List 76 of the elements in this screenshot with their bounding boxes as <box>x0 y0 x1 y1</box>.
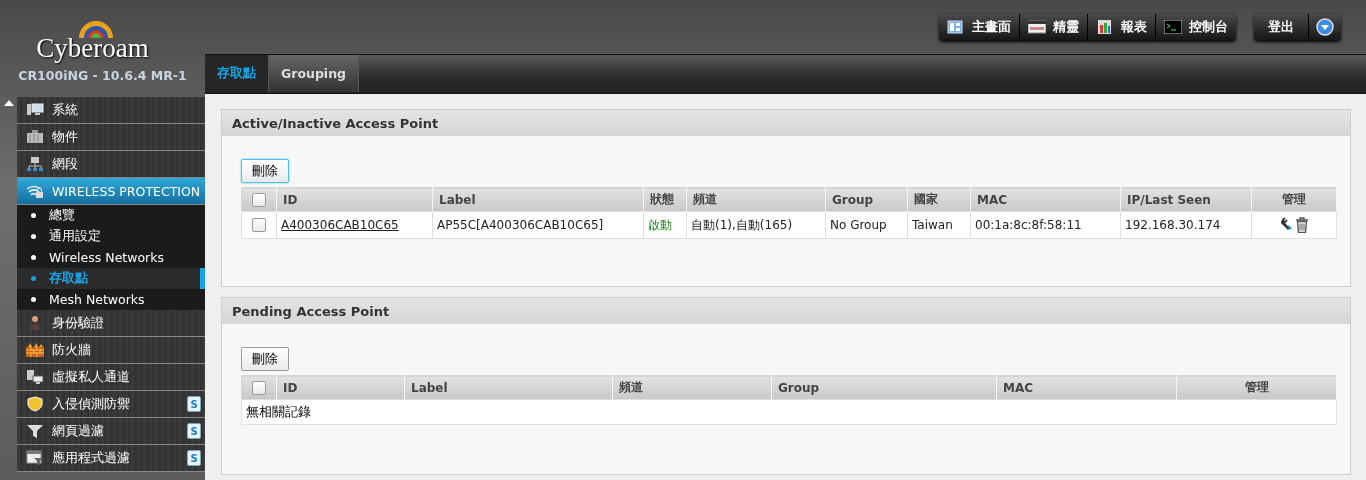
column-header: MAC <box>970 187 1121 212</box>
column-header: 國家 <box>907 187 971 212</box>
person-icon <box>26 315 44 331</box>
sidebar-item[interactable]: 身份驗證 <box>17 310 205 337</box>
delete-button[interactable]: 刪除 <box>241 347 289 371</box>
column-header: MAC <box>996 375 1177 400</box>
logout-button[interactable]: 登出 <box>1254 13 1309 41</box>
column-header: ID <box>276 187 433 212</box>
select-all-checkbox[interactable] <box>252 380 266 395</box>
sidebar-item[interactable]: WIRELESS PROTECTION <box>17 178 205 205</box>
funnel-icon <box>26 423 44 439</box>
wrench-icon[interactable] <box>1279 217 1294 231</box>
tab[interactable]: Grouping <box>269 55 359 92</box>
column-header: 管理 <box>1176 375 1337 400</box>
submenu-item[interactable]: 總覽 <box>17 205 205 226</box>
sidebar-item[interactable]: 物件 <box>17 124 205 151</box>
subscription-badge: S <box>187 450 201 466</box>
select-all-checkbox[interactable] <box>252 192 266 207</box>
column-header: ID <box>276 375 405 400</box>
sidebar-item[interactable]: 應用程式過濾 S <box>17 445 205 472</box>
sidebar-item[interactable]: 系統 <box>17 97 205 124</box>
logo-icon <box>77 18 116 38</box>
column-header: Group <box>825 187 908 212</box>
subscription-badge: S <box>187 423 201 439</box>
table-cell: AP55C[A400306CAB10C65] <box>432 211 644 239</box>
version-text: CR100iNG - 10.6.4 MR-1 <box>18 68 187 83</box>
table-cell: Taiwan <box>907 211 971 239</box>
panel-title: Pending Access Point <box>222 298 1350 324</box>
column-header: Label <box>404 375 613 400</box>
bar-chart-icon <box>1096 20 1114 34</box>
header-button[interactable]: 控制台 <box>1156 13 1236 41</box>
monitor-icon <box>26 102 44 118</box>
submenu-item[interactable]: Mesh Networks <box>17 289 205 310</box>
sidebar-item[interactable]: 入侵偵測防禦 S <box>17 391 205 418</box>
submenu-item[interactable]: Wireless Networks <box>17 247 205 268</box>
table-cell: 自動(1),自動(165) <box>686 211 826 239</box>
column-header: Label <box>432 187 644 212</box>
table-cell: 00:1a:8c:8f:58:11 <box>970 211 1121 239</box>
brick-wall-icon <box>26 342 44 358</box>
sidebar-item[interactable]: 網段 <box>17 151 205 178</box>
shield-icon <box>26 396 44 412</box>
column-header: 管理 <box>1251 187 1337 212</box>
computers-icon <box>26 369 44 385</box>
subscription-badge: S <box>187 396 201 412</box>
card-icon <box>1028 20 1046 34</box>
chevron-down-icon <box>1316 18 1334 36</box>
header-button[interactable]: 報表 <box>1088 13 1156 41</box>
empty-message: 無相關記錄 <box>241 399 1337 425</box>
table-cell: 192.168.30.174 <box>1120 211 1252 239</box>
column-header: 頻道 <box>686 187 826 212</box>
wifi-lock-icon <box>26 183 44 199</box>
header-button[interactable]: 精靈 <box>1020 13 1088 41</box>
dashboard-icon <box>947 20 965 34</box>
submenu-item[interactable]: 存取點 <box>17 268 205 289</box>
sidebar-item[interactable]: 防火牆 <box>17 337 205 364</box>
sidebar-item[interactable]: 網頁過濾 S <box>17 418 205 445</box>
column-header: Group <box>771 375 997 400</box>
window-funnel-icon <box>26 450 44 466</box>
table-cell: No Group <box>825 211 908 239</box>
status-text: 啟動 <box>648 217 672 232</box>
network-icon <box>26 156 44 172</box>
terminal-icon <box>1164 20 1182 34</box>
column-header: 頻道 <box>612 375 772 400</box>
sidebar-item[interactable]: 虛擬私人通道 <box>17 364 205 391</box>
trash-icon[interactable] <box>1294 217 1309 233</box>
tab[interactable]: 存取點 <box>205 55 269 92</box>
delete-button[interactable]: 刪除 <box>241 159 289 183</box>
dropdown-button[interactable] <box>1309 13 1341 41</box>
collapse-arrow-icon[interactable] <box>3 100 14 106</box>
row-checkbox[interactable] <box>252 218 266 233</box>
panel-title: Active/Inactive Access Point <box>222 110 1350 136</box>
column-header: 狀態 <box>643 187 687 212</box>
submenu-item[interactable]: 通用設定 <box>17 226 205 247</box>
header-button[interactable]: 主畫面 <box>939 13 1020 41</box>
column-header: IP/Last Seen <box>1120 187 1252 212</box>
cabinet-icon <box>26 129 44 145</box>
